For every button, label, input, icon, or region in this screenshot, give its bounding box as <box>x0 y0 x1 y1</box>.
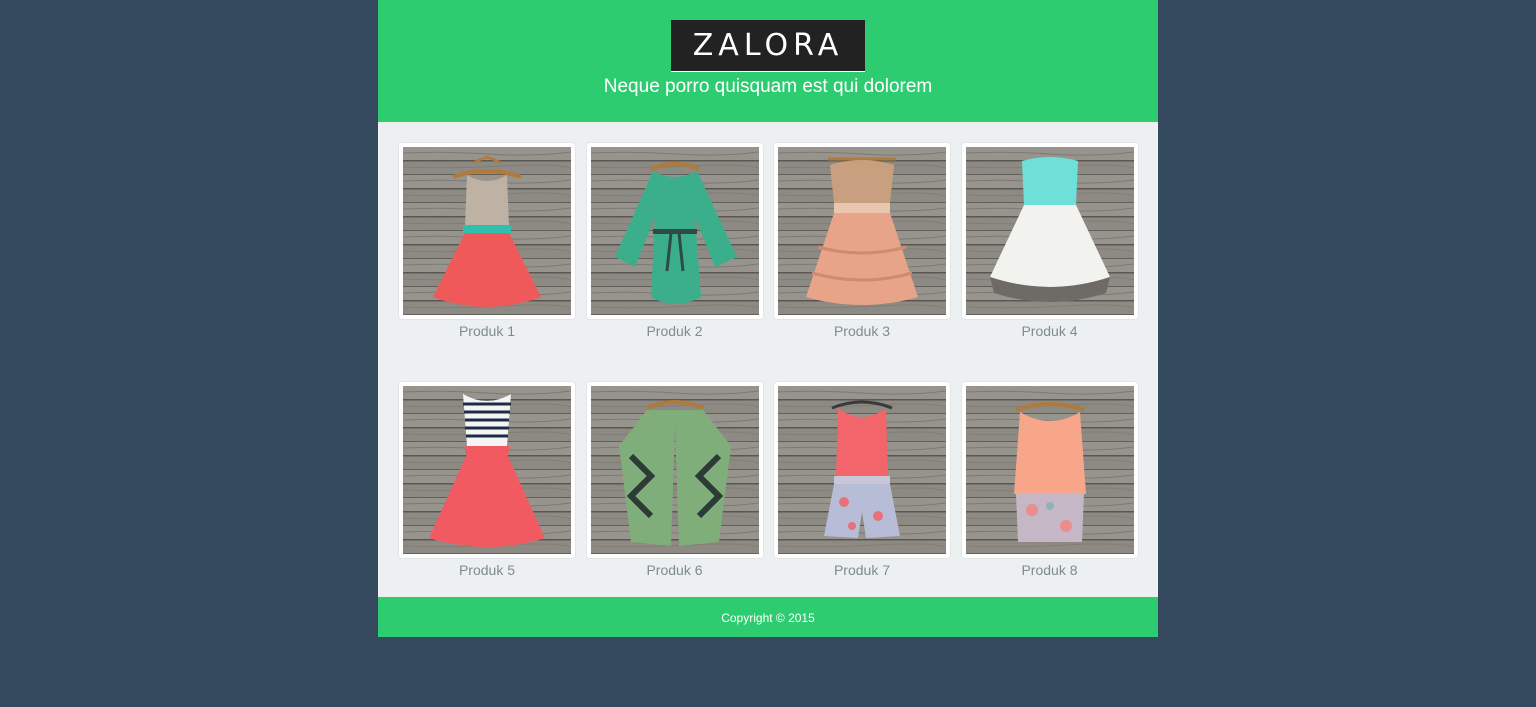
dress-mint-white-icon <box>965 147 1134 315</box>
logo[interactable]: ZALORA <box>671 20 865 72</box>
product-card-7[interactable]: Produk 7 <box>774 382 950 578</box>
product-name[interactable]: Produk 7 <box>774 562 950 578</box>
product-image-3[interactable] <box>774 143 950 319</box>
product-card-8[interactable]: Produk 8 <box>961 382 1138 578</box>
product-image-8[interactable] <box>961 382 1138 558</box>
product-grid: Produk 1 Produk 2 Produk 3 Produk 4 Prod… <box>399 143 1139 578</box>
product-card-2[interactable]: Produk 2 <box>586 143 763 339</box>
product-name[interactable]: Produk 5 <box>399 562 575 578</box>
product-card-6[interactable]: Produk 6 <box>586 382 763 578</box>
product-image-4[interactable] <box>961 143 1138 319</box>
product-image-6[interactable] <box>586 382 763 558</box>
product-name[interactable]: Produk 1 <box>399 323 575 339</box>
dress-peach-floral-icon <box>965 386 1134 554</box>
page-container: ZALORA Neque porro quisquam est qui dolo… <box>378 0 1158 637</box>
product-card-3[interactable]: Produk 3 <box>774 143 950 339</box>
copyright-text: Copyright © 2015 <box>721 611 815 625</box>
product-card-1[interactable]: Produk 1 <box>399 143 575 339</box>
dress-green-icon <box>590 147 759 315</box>
dress-striped-coral-icon <box>403 386 571 554</box>
romper-floral-icon <box>778 386 946 554</box>
tagline: Neque porro quisquam est qui dolorem <box>603 76 933 97</box>
dress-sequin-peach-icon <box>778 147 946 315</box>
product-name[interactable]: Produk 6 <box>587 562 763 578</box>
product-name[interactable]: Produk 4 <box>962 323 1138 339</box>
product-image-5[interactable] <box>399 382 575 558</box>
product-name[interactable]: Produk 2 <box>587 323 763 339</box>
product-card-4[interactable]: Produk 4 <box>961 143 1138 339</box>
product-image-7[interactable] <box>774 382 950 558</box>
product-name[interactable]: Produk 8 <box>962 562 1138 578</box>
product-name[interactable]: Produk 3 <box>774 323 950 339</box>
dress-tan-coral-icon <box>403 147 571 315</box>
footer: Copyright © 2015 <box>378 597 1158 637</box>
product-image-1[interactable] <box>399 143 575 319</box>
product-image-2[interactable] <box>586 143 763 319</box>
header: ZALORA Neque porro quisquam est qui dolo… <box>378 0 1158 122</box>
product-gallery: Produk 1 Produk 2 Produk 3 Produk 4 Prod… <box>378 122 1158 597</box>
cardigan-green-icon <box>590 386 759 554</box>
product-card-5[interactable]: Produk 5 <box>399 382 575 578</box>
